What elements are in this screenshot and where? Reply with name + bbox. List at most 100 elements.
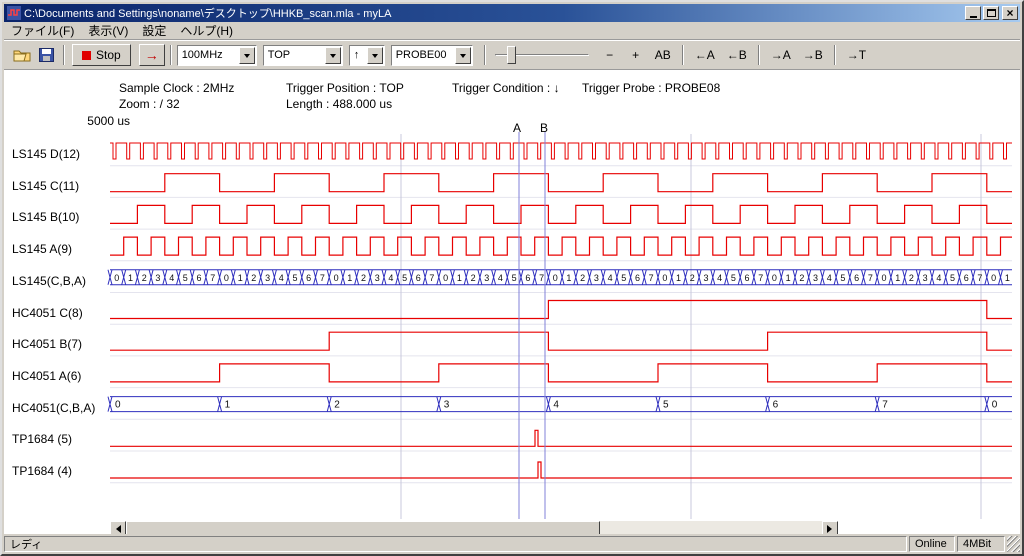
svg-text:2: 2: [334, 400, 340, 411]
channel-label-hc4051-b7: HC4051 B(7): [12, 337, 82, 351]
toolbar-separator: [758, 45, 760, 65]
trigger-edge-select[interactable]: ↑: [349, 45, 385, 66]
sample-clock-value: 100MHz: [178, 49, 238, 61]
svg-text:2: 2: [361, 273, 366, 283]
trigger-edge-value: ↑: [350, 49, 366, 61]
menu-help[interactable]: ヘルプ(H): [173, 21, 240, 40]
toolbar-separator: [170, 45, 172, 65]
channel-label-hc4051-bus: HC4051(C,B,A): [12, 401, 95, 415]
scroll-track[interactable]: [600, 521, 822, 534]
scroll-thumb[interactable]: [126, 521, 600, 534]
svg-text:2: 2: [690, 273, 695, 283]
goto-marker-a-right-button[interactable]: →A: [767, 45, 795, 65]
channel-label-ls145-d12: LS145 D(12): [12, 147, 80, 161]
scroll-right-button[interactable]: [822, 521, 838, 534]
zoom-out-button[interactable]: −: [599, 45, 621, 65]
svg-text:7: 7: [320, 273, 325, 283]
channel-label-ls145-c11: LS145 C(11): [12, 179, 79, 193]
stop-button[interactable]: Stop: [72, 44, 131, 66]
svg-text:7: 7: [882, 400, 888, 411]
goto-marker-b-left-button[interactable]: ←B: [723, 45, 751, 65]
chevron-down-icon[interactable]: [455, 47, 471, 64]
floppy-icon: [39, 48, 54, 62]
chevron-down-icon[interactable]: [239, 47, 255, 64]
svg-text:4: 4: [169, 273, 174, 283]
channel-label-tp1684-5: TP1684 (5): [12, 432, 72, 446]
svg-text:1: 1: [128, 273, 133, 283]
svg-text:3: 3: [155, 273, 160, 283]
svg-text:4: 4: [498, 273, 503, 283]
goto-marker-b-right-button[interactable]: →B: [799, 45, 827, 65]
svg-text:2: 2: [471, 273, 476, 283]
toolbar-separator: [484, 45, 486, 65]
slider-thumb[interactable]: [507, 46, 516, 64]
svg-text:1: 1: [566, 273, 571, 283]
channel-label-ls145-a9: LS145 A(9): [12, 242, 72, 256]
minimize-button[interactable]: [965, 6, 981, 20]
svg-text:0: 0: [115, 400, 121, 411]
left-arrow-icon: [112, 525, 121, 533]
save-button[interactable]: [34, 44, 58, 66]
svg-text:6: 6: [416, 273, 421, 283]
status-bar: レディ Online 4MBit: [4, 534, 1020, 552]
svg-text:7: 7: [977, 273, 982, 283]
maximize-button[interactable]: [983, 6, 999, 20]
probe-select[interactable]: PROBE00: [391, 45, 473, 66]
run-button[interactable]: →: [139, 44, 165, 66]
svg-text:7: 7: [649, 273, 654, 283]
status-online: Online: [909, 536, 955, 552]
menu-view[interactable]: 表示(V): [81, 21, 135, 40]
svg-text:4: 4: [936, 273, 941, 283]
scroll-left-button[interactable]: [110, 521, 126, 534]
svg-text:4: 4: [279, 273, 284, 283]
menu-settings[interactable]: 設定: [135, 21, 173, 40]
svg-text:1: 1: [1005, 273, 1010, 283]
marker-b-label[interactable]: B: [540, 121, 548, 135]
run-arrow-icon: →: [145, 47, 159, 63]
svg-text:0: 0: [443, 273, 448, 283]
svg-text:5: 5: [621, 273, 626, 283]
resize-grip[interactable]: [1007, 536, 1020, 552]
svg-text:3: 3: [813, 273, 818, 283]
menu-file[interactable]: ファイル(F): [4, 21, 81, 40]
svg-text:6: 6: [635, 273, 640, 283]
svg-text:1: 1: [347, 273, 352, 283]
trigger-position-select[interactable]: TOP: [263, 45, 343, 66]
close-button[interactable]: ×: [1002, 6, 1018, 20]
svg-text:0: 0: [114, 273, 119, 283]
chevron-down-icon[interactable]: [325, 47, 341, 64]
svg-text:2: 2: [909, 273, 914, 283]
svg-text:4: 4: [553, 400, 559, 411]
svg-text:4: 4: [608, 273, 613, 283]
channel-label-hc4051-c8: HC4051 C(8): [12, 306, 83, 320]
svg-text:1: 1: [238, 273, 243, 283]
svg-text:1: 1: [895, 273, 900, 283]
goto-marker-a-left-button[interactable]: ←A: [691, 45, 719, 65]
status-memory: 4MBit: [957, 536, 1005, 552]
svg-text:1: 1: [786, 273, 791, 283]
svg-text:0: 0: [992, 400, 998, 411]
svg-text:0: 0: [553, 273, 558, 283]
stop-icon: [82, 51, 91, 60]
svg-text:5: 5: [950, 273, 955, 283]
svg-text:1: 1: [457, 273, 462, 283]
ab-button[interactable]: AB: [651, 45, 675, 65]
svg-text:5: 5: [183, 273, 188, 283]
zoom-slider[interactable]: [495, 45, 589, 65]
svg-text:0: 0: [334, 273, 339, 283]
chevron-down-icon[interactable]: [367, 47, 383, 64]
svg-text:7: 7: [758, 273, 763, 283]
h-scrollbar[interactable]: [110, 521, 838, 534]
svg-text:5: 5: [663, 400, 669, 411]
sample-clock-select[interactable]: 100MHz: [177, 45, 257, 66]
toolbar-separator: [682, 45, 684, 65]
svg-text:3: 3: [594, 273, 599, 283]
waveform-plot[interactable]: 0123456701234567012345670123456701234567…: [4, 70, 1020, 534]
open-button[interactable]: [10, 44, 34, 66]
svg-text:5: 5: [292, 273, 297, 283]
zoom-in-button[interactable]: +: [625, 45, 647, 65]
trigger-position-value: TOP: [264, 49, 324, 61]
goto-trigger-button[interactable]: →T: [843, 45, 870, 65]
marker-a-label[interactable]: A: [513, 121, 521, 135]
svg-text:0: 0: [991, 273, 996, 283]
